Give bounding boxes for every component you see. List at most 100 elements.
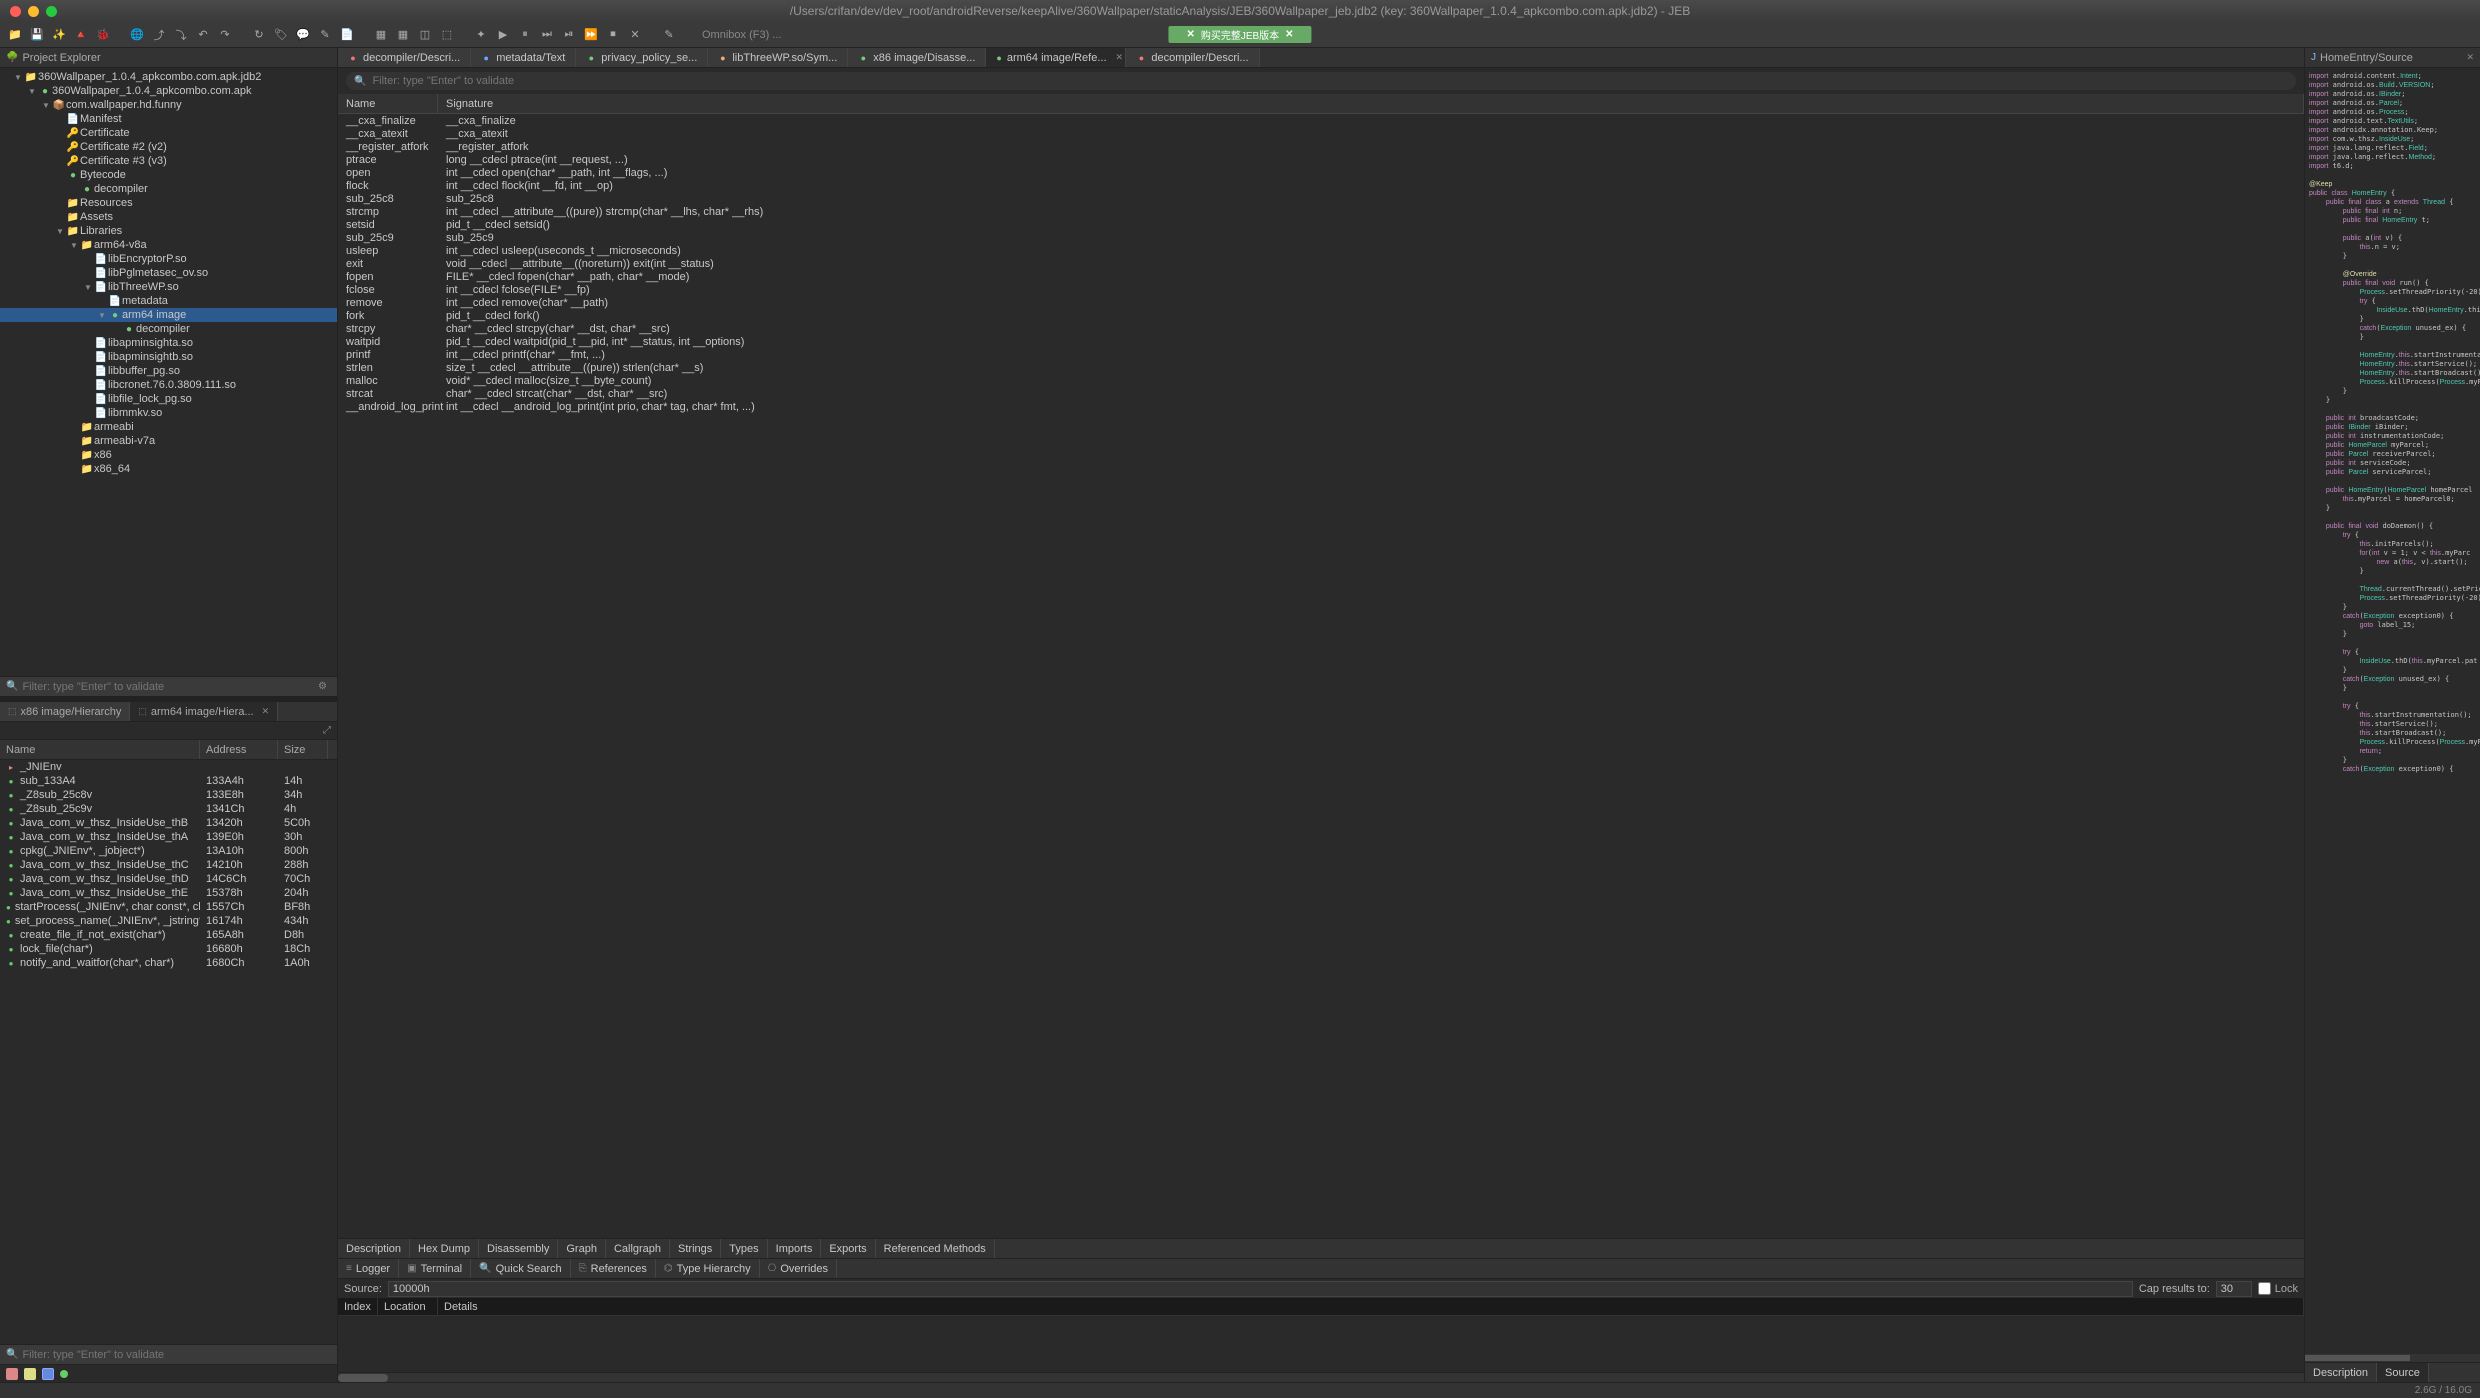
log-body[interactable] xyxy=(338,1316,2304,1372)
tree-item[interactable]: 📄 libmmkv.so xyxy=(0,406,337,420)
function-row[interactable]: fcloseint __cdecl fclose(FILE* __fp) xyxy=(338,283,2304,296)
func-col-name[interactable]: Name xyxy=(338,94,438,113)
settings-icon[interactable]: 🔺 xyxy=(72,26,90,44)
tree-item[interactable]: 📄 Manifest xyxy=(0,112,337,126)
tree-item[interactable]: 🔑 Certificate xyxy=(0,126,337,140)
globe-icon[interactable]: 🌐 xyxy=(128,26,146,44)
pause-icon[interactable]: ⏸ xyxy=(516,26,534,44)
hierarchy-row[interactable]: ●cpkg(_JNIEnv*, _jobject*)13A10h800h xyxy=(0,844,337,858)
marker-icon[interactable]: ✦ xyxy=(472,26,490,44)
hierarchy-row[interactable]: ●Java_com_w_thsz_InsideUse_thC14210h288h xyxy=(0,858,337,872)
hierarchy-row[interactable]: ▸_JNIEnv xyxy=(0,760,337,774)
function-row[interactable]: fopenFILE* __cdecl fopen(char* __path, c… xyxy=(338,270,2304,283)
tree-item[interactable]: 📄 libfile_lock_pg.so xyxy=(0,392,337,406)
function-row[interactable]: __cxa_atexit__cxa_atexit xyxy=(338,127,2304,140)
function-row[interactable]: __register_atfork__register_atfork xyxy=(338,140,2304,153)
cap-input[interactable] xyxy=(2216,1281,2252,1297)
function-row[interactable]: removeint __cdecl remove(char* __path) xyxy=(338,296,2304,309)
hierarchy-tab[interactable]: ⬚arm64 image/Hiera...✕ xyxy=(130,702,278,721)
tree-item[interactable]: ▼ ● 360Wallpaper_1.0.4_apkcombo.com.apk xyxy=(0,84,337,98)
log-tab[interactable]: ⎔Overrides xyxy=(760,1259,837,1278)
function-row[interactable]: flockint __cdecl flock(int __fd, int __o… xyxy=(338,179,2304,192)
bottom-tab[interactable]: Disassembly xyxy=(479,1239,558,1258)
bottom-tab[interactable]: Imports xyxy=(768,1239,822,1258)
forward-icon[interactable]: ↷ xyxy=(216,26,234,44)
source-code-view[interactable]: import android.content.Intent; import an… xyxy=(2305,68,2480,1354)
source-scrollbar[interactable] xyxy=(2305,1354,2480,1362)
log-tab[interactable]: ≡Logger xyxy=(338,1259,399,1278)
maximize-window-button[interactable] xyxy=(46,6,57,17)
tree-item[interactable]: ▼ ● arm64 image xyxy=(0,308,337,322)
tree-item[interactable]: ▼ 📁 arm64-v8a xyxy=(0,238,337,252)
tree-item[interactable]: 📄 libEncryptorP.so xyxy=(0,252,337,266)
log-tab[interactable]: ⎘References xyxy=(571,1259,656,1278)
filter-icon-1[interactable] xyxy=(6,1368,18,1380)
tree-item[interactable]: ● decompiler xyxy=(0,182,337,196)
function-row[interactable]: usleepint __cdecl usleep(useconds_t __mi… xyxy=(338,244,2304,257)
log-tab[interactable]: 🔍Quick Search xyxy=(471,1259,570,1278)
hierarchy-row[interactable]: ●set_process_name(_JNIEnv*, _jstring*)16… xyxy=(0,914,337,928)
step-in-icon[interactable]: ⤵ xyxy=(172,26,190,44)
tree-item[interactable]: 📄 libapminsighta.so xyxy=(0,336,337,350)
bottom-tab[interactable]: Types xyxy=(721,1239,767,1258)
function-row[interactable]: __android_log_printint __cdecl __android… xyxy=(338,400,2304,413)
split2-icon[interactable]: ⬚ xyxy=(438,26,456,44)
bottom-tab[interactable]: Graph xyxy=(558,1239,606,1258)
back-icon[interactable]: ↶ xyxy=(194,26,212,44)
tree-item[interactable]: 📁 x86_64 xyxy=(0,462,337,476)
omnibox[interactable]: Omnibox (F3) ... xyxy=(702,29,781,41)
function-row[interactable]: strlensize_t __cdecl __attribute__((pure… xyxy=(338,361,2304,374)
play-icon[interactable]: ▶ xyxy=(494,26,512,44)
step-out-icon[interactable]: ⤴ xyxy=(150,26,168,44)
tree-item[interactable]: ● Bytecode xyxy=(0,168,337,182)
log-col-location[interactable]: Location xyxy=(378,1298,438,1315)
function-row[interactable]: __cxa_finalize__cxa_finalize xyxy=(338,114,2304,127)
function-row[interactable]: waitpidpid_t __cdecl waitpid(pid_t __pid… xyxy=(338,335,2304,348)
bottom-tab[interactable]: Callgraph xyxy=(606,1239,670,1258)
editor-tab[interactable]: ●decompiler/Descri... xyxy=(338,48,471,67)
lock-checkbox-label[interactable]: Lock xyxy=(2258,1282,2298,1295)
wand-icon[interactable]: ✨ xyxy=(50,26,68,44)
doc-icon[interactable]: 📄 xyxy=(338,26,356,44)
editor-tab[interactable]: ●x86 image/Disasse... xyxy=(848,48,986,67)
step3-icon[interactable]: ⏩ xyxy=(582,26,600,44)
refresh-icon[interactable]: ↻ xyxy=(250,26,268,44)
hierarchy-row[interactable]: ●Java_com_w_thsz_InsideUse_thA139E0h30h xyxy=(0,830,337,844)
function-list[interactable]: __cxa_finalize__cxa_finalize__cxa_atexit… xyxy=(338,114,2304,1238)
hierarchy-opt-icon[interactable]: ⤢ xyxy=(323,725,331,736)
tree-item[interactable]: ▼ 📄 libThreeWP.so xyxy=(0,280,337,294)
hierarchy-row[interactable]: ●Java_com_w_thsz_InsideUse_thB13420h5C0h xyxy=(0,816,337,830)
filter-icon-3[interactable] xyxy=(42,1368,54,1380)
pencil-icon[interactable]: ✎ xyxy=(660,26,678,44)
tree-item[interactable]: 📁 armeabi-v7a xyxy=(0,434,337,448)
hier-col-size[interactable]: Size xyxy=(278,740,328,759)
function-row[interactable]: mallocvoid* __cdecl malloc(size_t __byte… xyxy=(338,374,2304,387)
editor-tab[interactable]: ●libThreeWP.so/Sym... xyxy=(708,48,848,67)
tree-item[interactable]: 📁 x86 xyxy=(0,448,337,462)
tree-item[interactable]: 📁 Resources xyxy=(0,196,337,210)
stop-icon[interactable]: ⏹ xyxy=(604,26,622,44)
bug-icon[interactable]: 🐞 xyxy=(94,26,112,44)
function-row[interactable]: sub_25c9sub_25c9 xyxy=(338,231,2304,244)
function-row[interactable]: openint __cdecl open(char* __path, int _… xyxy=(338,166,2304,179)
hierarchy-row[interactable]: ●create_file_if_not_exist(char*)165A8hD8… xyxy=(0,928,337,942)
hierarchy-row[interactable]: ●lock_file(char*)16680h18Ch xyxy=(0,942,337,956)
tree-item[interactable]: 📄 libapminsightb.so xyxy=(0,350,337,364)
function-row[interactable]: exitvoid __cdecl __attribute__((noreturn… xyxy=(338,257,2304,270)
step-icon[interactable]: ⏭ xyxy=(538,26,556,44)
project-tree[interactable]: ▼ 📁 360Wallpaper_1.0.4_apkcombo.com.apk.… xyxy=(0,68,337,676)
func-col-signature[interactable]: Signature xyxy=(438,94,2304,113)
tree-item[interactable]: ▼ 📦 com.wallpaper.hd.funny xyxy=(0,98,337,112)
hierarchy-tab[interactable]: ⬚x86 image/Hierarchy xyxy=(0,702,130,721)
log-col-details[interactable]: Details xyxy=(438,1298,2304,1315)
log-tab[interactable]: ⌬Type Hierarchy xyxy=(656,1259,760,1278)
step2-icon[interactable]: ⏯ xyxy=(560,26,578,44)
source-bottom-tab[interactable]: Source xyxy=(2377,1363,2429,1382)
tree-item[interactable]: 📁 Assets xyxy=(0,210,337,224)
function-row[interactable]: strcatchar* __cdecl strcat(char* __dst, … xyxy=(338,387,2304,400)
hierarchy-row[interactable]: ●_Z8sub_25c9v1341Ch4h xyxy=(0,802,337,816)
filter-icon-4[interactable] xyxy=(60,1370,68,1378)
source-input[interactable] xyxy=(388,1281,2133,1297)
function-row[interactable]: sub_25c8sub_25c8 xyxy=(338,192,2304,205)
bottom-tab[interactable]: Referenced Methods xyxy=(876,1239,995,1258)
